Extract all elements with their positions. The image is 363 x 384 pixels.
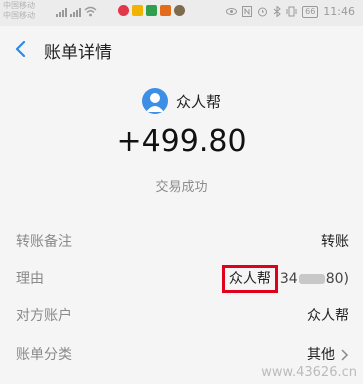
transaction-status: 交易成功: [155, 180, 208, 195]
nfc-icon: [242, 6, 253, 17]
account-suffix: 80): [325, 271, 349, 287]
avatar[interactable]: [141, 88, 168, 114]
wifi-icon: [84, 6, 97, 17]
back-arrow-icon[interactable]: [13, 41, 29, 57]
detail-row-reason: 理由 众人帮 34 80): [0, 257, 363, 294]
category-label: 账单分类: [16, 347, 72, 363]
carrier-info: 中国移动 中国移动: [3, 1, 35, 21]
battery-indicator: 66: [302, 5, 319, 18]
note-label: 转账备注: [16, 234, 72, 250]
chevron-right-icon: [341, 349, 349, 361]
notification-icons: [118, 5, 185, 16]
merchant-name: 众人帮: [175, 92, 221, 111]
signal-icon: [56, 6, 67, 17]
note-value: 转账: [321, 234, 349, 250]
detail-row-note: 转账备注 转账: [0, 220, 363, 257]
signal-icons: [56, 6, 97, 17]
vibrate-icon: [286, 6, 297, 17]
user-icon: [145, 93, 164, 112]
app-icon: [160, 5, 171, 16]
merchant-row: 众人帮: [0, 88, 363, 114]
reason-value-group: 众人帮 34 80): [221, 265, 349, 293]
nav-header: 账单详情: [0, 26, 363, 72]
bluetooth-icon: [273, 6, 281, 17]
status-right: 66 11:46: [226, 5, 355, 18]
eye-icon: [226, 8, 238, 15]
signal-icon: [70, 6, 81, 17]
page-title: 账单详情: [44, 43, 112, 63]
transaction-amount: +499.80: [116, 124, 247, 159]
counterparty-label: 对方账户: [16, 308, 72, 324]
account-prefix: 34: [279, 271, 298, 287]
carrier-1: 中国移动: [3, 1, 35, 10]
status-bar: 中国移动 中国移动 66 11:46: [0, 0, 363, 26]
reason-label: 理由: [16, 271, 44, 287]
counterparty-value: 众人帮: [307, 308, 349, 324]
app-icon: [132, 5, 143, 16]
alarm-icon: [258, 7, 268, 17]
clock: 11:46: [323, 5, 355, 18]
carrier-2: 中国移动: [3, 11, 35, 20]
category-value-group: 其他: [307, 344, 349, 364]
app-icon: [146, 5, 157, 16]
transaction-summary: 众人帮 +499.80 交易成功: [0, 72, 363, 204]
reason-highlight: 众人帮: [221, 265, 278, 293]
app-icon: [174, 5, 185, 16]
watermark: www.43626.cn: [261, 365, 357, 380]
app-icon: [118, 5, 129, 16]
redaction-mask: [298, 274, 325, 284]
detail-row-counterparty[interactable]: 对方账户 众人帮: [0, 294, 363, 331]
masked-account: 34 80): [280, 271, 349, 287]
category-value: 其他: [307, 347, 335, 363]
